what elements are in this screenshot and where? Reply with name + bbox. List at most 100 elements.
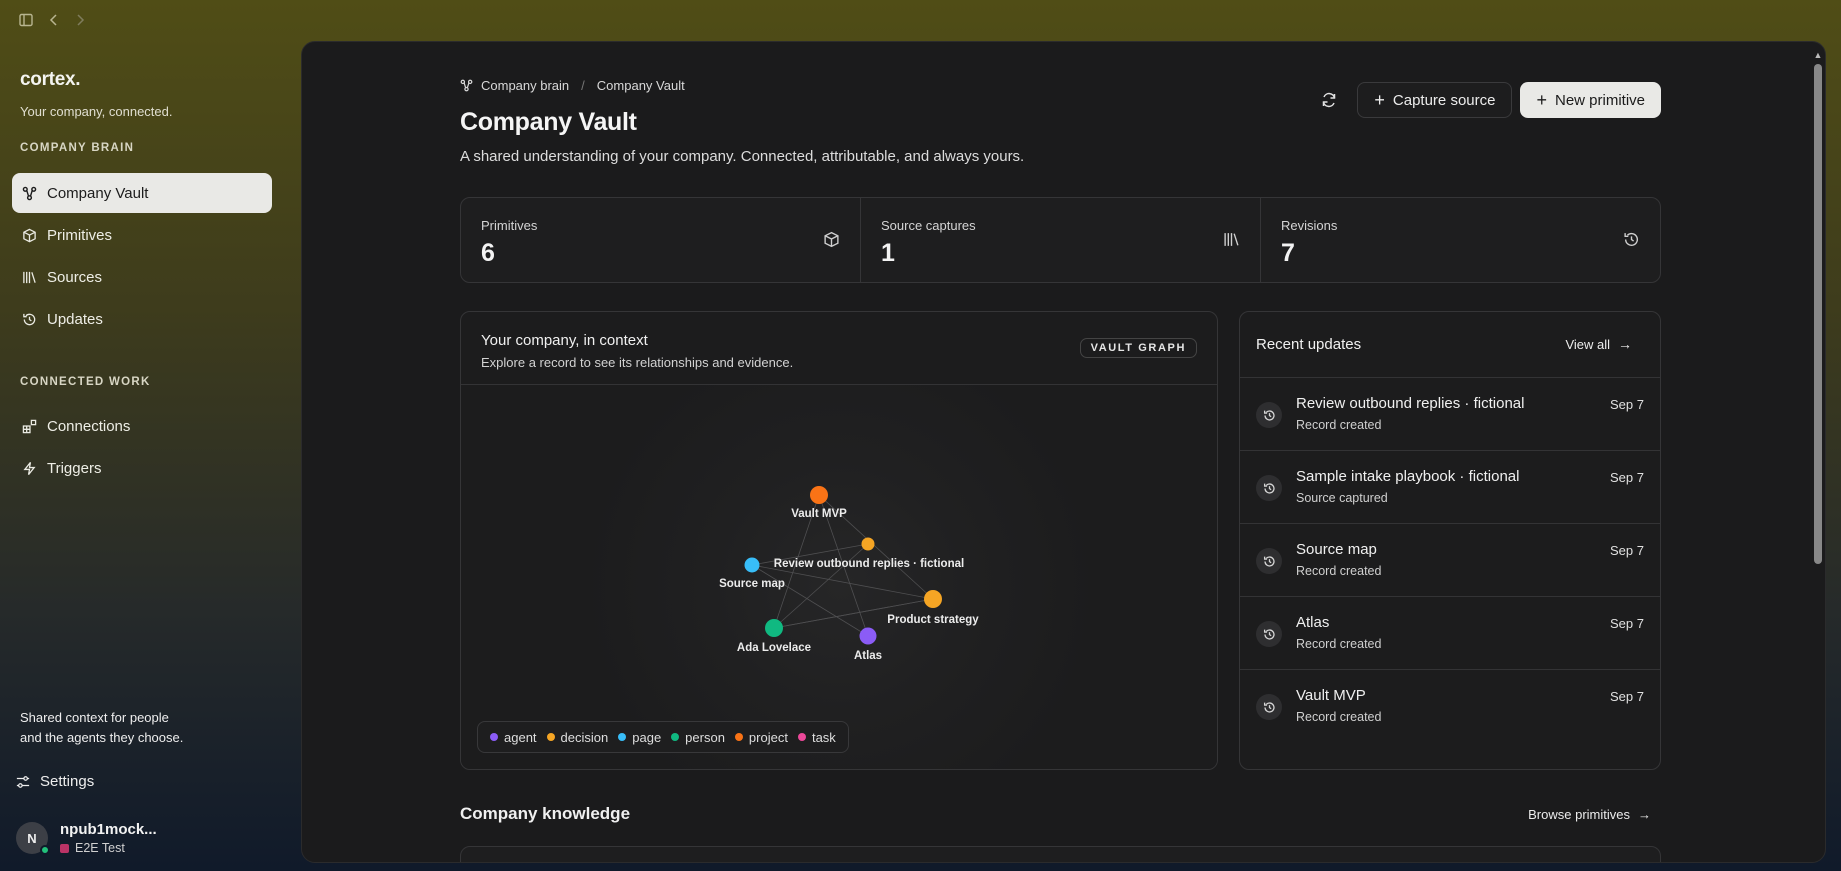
view-all-link[interactable]: View all → <box>1565 336 1632 352</box>
sliders-icon <box>16 775 30 788</box>
breadcrumb-item[interactable]: Company brain <box>481 78 569 93</box>
history-icon <box>1256 694 1282 720</box>
legend-label: agent <box>504 729 537 745</box>
update-date: Sep 7 <box>1610 543 1644 558</box>
legend-item-task[interactable]: task <box>797 729 836 745</box>
update-title: Review outbound replies · fictional <box>1296 395 1525 412</box>
user-menu[interactable]: N npub1mock... E2E Test <box>16 821 157 855</box>
breadcrumb: Company brain / Company Vault <box>460 78 685 93</box>
scrollbar-thumb[interactable] <box>1814 64 1822 564</box>
scrollbar[interactable]: ▲ <box>1813 50 1823 860</box>
cube-icon <box>21 227 37 243</box>
sidebar-item-label: Updates <box>47 310 103 328</box>
user-org: E2E Test <box>60 841 157 855</box>
legend-label: project <box>748 729 788 745</box>
stat-source-captures[interactable]: Source captures 1 <box>861 198 1261 282</box>
breadcrumb-separator: / <box>581 78 585 93</box>
forward-icon[interactable] <box>71 11 89 29</box>
graph-node-vault-mvp[interactable] <box>810 486 828 504</box>
legend-label: task <box>811 729 836 745</box>
sidebar-footnote: Shared context for people and the agents… <box>20 708 220 748</box>
company-knowledge-title: Company knowledge <box>460 804 631 823</box>
legend-label: decision <box>560 729 609 745</box>
sidebar-item-label: Connections <box>47 417 131 435</box>
org-icon <box>60 843 69 853</box>
graph-node-review-outbound[interactable] <box>861 537 875 551</box>
stat-value: 6 <box>481 239 495 267</box>
back-icon[interactable] <box>45 11 63 29</box>
settings-label: Settings <box>40 773 95 790</box>
legend-item-agent[interactable]: agent <box>490 730 537 745</box>
update-item[interactable]: Vault MVP Record created Sep 7 <box>1240 670 1660 743</box>
graph-node-label: Product strategy <box>887 614 979 626</box>
update-date: Sep 7 <box>1610 689 1644 704</box>
library-icon <box>21 269 37 285</box>
sidebar-toggle-icon[interactable] <box>17 11 35 29</box>
capture-source-button[interactable]: + Capture source <box>1357 82 1513 118</box>
scroll-up-icon[interactable]: ▲ <box>1813 50 1823 60</box>
update-item[interactable]: Sample intake playbook · fictional Sourc… <box>1240 451 1660 524</box>
page-subtitle: A shared understanding of your company. … <box>460 148 1025 165</box>
stat-label: Primitives <box>481 218 538 233</box>
stat-revisions[interactable]: Revisions 7 <box>1261 198 1660 282</box>
breadcrumb-item[interactable]: Company Vault <box>597 78 685 93</box>
view-all-label: View all <box>1565 336 1610 352</box>
blocks-icon <box>21 418 37 434</box>
vault-graph-card: Your company, in context Explore a recor… <box>460 311 1218 770</box>
brand-logo[interactable]: cortex. <box>20 69 81 91</box>
legend-item-person[interactable]: person <box>671 730 725 745</box>
legend-swatch <box>490 733 498 741</box>
update-date: Sep 7 <box>1610 470 1644 485</box>
update-title: Vault MVP <box>1296 687 1366 704</box>
sidebar-item-updates[interactable]: Updates <box>12 299 272 339</box>
refresh-button[interactable] <box>1311 82 1347 118</box>
online-status-dot <box>40 845 50 855</box>
sidebar-item-label: Triggers <box>47 459 102 477</box>
sidebar-item-primitives[interactable]: Primitives <box>12 215 272 255</box>
sidebar-item-sources[interactable]: Sources <box>12 257 272 297</box>
brand-tagline: Your company, connected. <box>20 104 173 119</box>
browse-primitives-label: Browse primitives <box>1528 807 1630 822</box>
stat-primitives[interactable]: Primitives 6 <box>461 198 861 282</box>
update-item[interactable]: Atlas Record created Sep 7 <box>1240 597 1660 670</box>
avatar: N <box>16 822 50 855</box>
graph-node-ada-lovelace[interactable] <box>765 619 783 637</box>
arrow-right-icon: → <box>1638 807 1651 822</box>
updates-title: Recent updates <box>1256 336 1362 353</box>
graph-svg[interactable]: Vault MVP Review outbound replies · fict… <box>461 385 1218 770</box>
update-item[interactable]: Source map Record created Sep 7 <box>1240 524 1660 597</box>
sidebar-item-label: Sources <box>47 268 103 286</box>
update-subtitle: Source captured <box>1296 491 1388 505</box>
settings-button[interactable]: Settings <box>16 773 94 790</box>
new-primitive-button[interactable]: + New primitive <box>1520 82 1661 118</box>
legend-item-decision[interactable]: decision <box>546 729 609 745</box>
update-item[interactable]: Review outbound replies · fictional Reco… <box>1240 378 1660 451</box>
graph-icon <box>21 185 37 201</box>
legend-swatch <box>797 733 806 741</box>
update-subtitle: Record created <box>1296 564 1382 578</box>
bolt-icon <box>21 460 37 476</box>
legend-item-page[interactable]: page <box>618 730 661 745</box>
graph-canvas[interactable]: Vault MVP Review outbound replies · fict… <box>461 385 1218 770</box>
user-org-label: E2E Test <box>75 841 125 855</box>
update-title: Sample intake playbook · fictional <box>1296 468 1520 485</box>
legend-item-project[interactable]: project <box>734 729 788 745</box>
history-icon <box>1256 548 1282 574</box>
sidebar-item-company-vault[interactable]: Company Vault <box>12 173 272 213</box>
library-icon <box>1223 231 1240 253</box>
graph-node-atlas[interactable] <box>859 627 877 645</box>
graph-node-product-strategy[interactable] <box>924 590 942 608</box>
avatar-initial: N <box>27 830 37 846</box>
capture-source-label: Capture source <box>1392 91 1496 109</box>
main-panel: Company brain / Company Vault Company Va… <box>301 41 1826 863</box>
vault-graph-badge: VAULT GRAPH <box>1079 338 1197 358</box>
refresh-icon <box>1323 92 1336 108</box>
graph-node-source-map[interactable] <box>744 557 760 573</box>
section-label-company-brain: COMPANY BRAIN <box>20 142 135 154</box>
sidebar-item-connections[interactable]: Connections <box>12 406 272 446</box>
browse-primitives-link[interactable]: Browse primitives → <box>1528 807 1651 822</box>
sidebar-item-triggers[interactable]: Triggers <box>12 448 272 488</box>
footnote-line: Shared context for people <box>20 710 169 725</box>
stat-value: 1 <box>881 239 895 267</box>
legend-swatch <box>671 733 680 741</box>
